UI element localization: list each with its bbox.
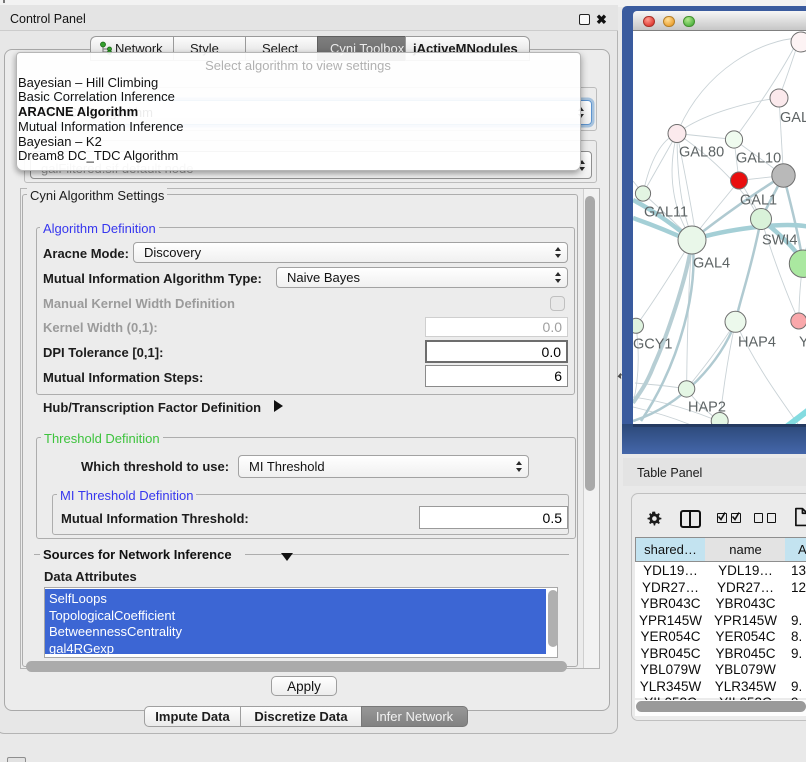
svg-text:HAP4: HAP4 [738, 335, 776, 351]
svg-text:GAL1: GAL1 [740, 193, 777, 209]
svg-text:Y: Y [799, 335, 806, 351]
svg-text:HAP2: HAP2 [688, 400, 726, 416]
svg-text:SWI4: SWI4 [762, 233, 797, 249]
svg-text:GAL4: GAL4 [693, 256, 730, 272]
svg-text:GAL11: GAL11 [644, 205, 688, 221]
svg-text:GAL80: GAL80 [679, 145, 724, 161]
svg-text:GCY1: GCY1 [633, 337, 673, 353]
svg-text:GAL10: GAL10 [736, 151, 781, 167]
svg-text:GAL: GAL [780, 110, 806, 126]
